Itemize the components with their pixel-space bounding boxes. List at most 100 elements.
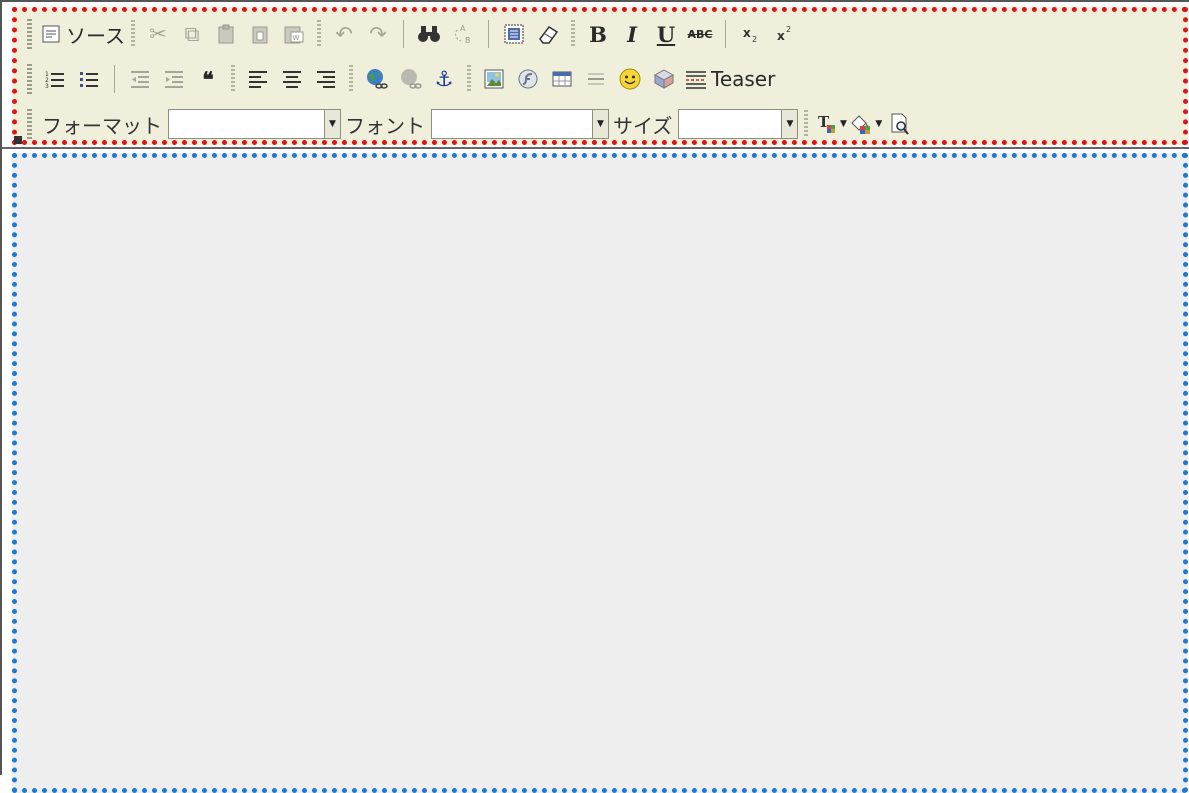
table-button[interactable] [545,63,579,95]
smiley-button[interactable] [613,63,647,95]
numbered-list-icon: 123 [45,71,64,90]
toolbar-separator [725,20,726,48]
chevron-down-icon[interactable]: ▼ [324,110,340,138]
svg-text:2: 2 [786,25,791,34]
blockquote-button[interactable]: ❝ [191,63,225,95]
paste-icon [218,24,234,44]
size-select[interactable]: ▼ [678,109,799,139]
preview-icon [891,113,910,135]
image-icon [484,69,504,89]
indent-button[interactable] [157,63,191,95]
table-icon [552,71,572,87]
teaser-label[interactable]: Teaser [711,67,775,91]
align-left-button[interactable] [241,63,275,95]
align-right-button[interactable] [309,63,343,95]
editing-area[interactable] [12,153,1188,793]
toolbar-separator [317,20,321,48]
image-button[interactable] [477,63,511,95]
background-color-button[interactable]: ▼ [848,108,883,140]
chevron-down-icon[interactable]: ▼ [592,110,608,138]
unlink-button[interactable] [393,63,427,95]
source-label[interactable]: ソース [66,20,125,49]
toolbar-divider [2,147,1189,149]
teaser-button[interactable] [681,63,711,95]
blockquote-icon: ❝ [202,66,214,92]
paste-text-icon [252,26,268,44]
link-button[interactable] [359,63,393,95]
chevron-down-icon[interactable]: ▼ [781,110,798,138]
text-color-icon: T [818,113,835,133]
bold-icon: B [589,21,607,47]
select-all-icon [504,24,524,44]
preview-button[interactable] [883,108,917,140]
replace-icon: AB [455,24,471,45]
toolbar-separator [349,65,353,93]
subscript-icon: x2 [743,26,757,44]
toolbar-grip[interactable] [27,109,32,139]
find-button[interactable] [412,18,446,50]
unlink-icon [401,69,422,89]
editor-toolbar: ソース ✂ ⧉ W ↶ ↷ AB B I U ABC x 2 x 2 1 2 3… [12,7,1188,145]
align-center-icon [283,71,301,88]
outdent-button[interactable] [123,63,157,95]
toolbar-grip[interactable] [27,64,32,94]
italic-button[interactable]: I [615,18,649,50]
font-select[interactable]: ▼ [431,109,609,139]
source-icon [42,25,60,43]
bulleted-list-icon [80,72,98,87]
strikethrough-icon: ABC [687,27,713,41]
align-center-button[interactable] [275,63,309,95]
toolbar-grip[interactable] [27,19,32,49]
cut-button[interactable]: ✂ [141,18,175,50]
svg-text:x: x [743,26,751,40]
special-char-button[interactable] [647,63,681,95]
horizontal-rule-button[interactable] [579,63,613,95]
replace-button[interactable]: AB [446,18,480,50]
size-select-value[interactable] [679,110,781,138]
superscript-icon: x2 [777,25,791,43]
toolbar-separator [231,65,235,93]
svg-text:3: 3 [45,83,49,90]
format-select[interactable]: ▼ [168,109,341,139]
format-select-value[interactable] [169,110,324,138]
toolbar-separator [467,65,471,93]
size-label: サイズ [613,113,673,138]
toolbar-collapse-handle[interactable] [14,136,22,144]
redo-button[interactable]: ↷ [361,18,395,50]
indent-icon [165,71,183,88]
find-icon [418,26,440,42]
strikethrough-button[interactable]: ABC [683,18,717,50]
bold-button[interactable]: B [581,18,615,50]
teaser-icon [686,71,706,89]
remove-format-button[interactable] [531,18,565,50]
select-all-button[interactable] [497,18,531,50]
toolbar-row-1: ソース ✂ ⧉ W ↶ ↷ AB B I U ABC x 2 x 2 [27,14,802,54]
italic-icon: I [627,21,637,47]
superscript-button[interactable]: x2 [768,18,802,50]
toolbar-separator [131,20,135,48]
font-select-value[interactable] [432,110,592,138]
toolbar-separator [804,110,809,138]
toolbar-row-3: フォーマット ▼ フォント ▼ サイズ ▼ T ▼ ▼ [27,104,917,144]
anchor-button[interactable]: ⚓ [427,63,461,95]
source-button[interactable] [38,18,64,50]
special-char-icon [653,69,675,89]
underline-button[interactable]: U [649,18,683,50]
horizontal-rule-icon [588,73,604,85]
format-label: フォーマット [42,113,162,138]
numbered-list-button[interactable]: 123 [38,63,72,95]
anchor-icon: ⚓ [434,67,454,91]
undo-button[interactable]: ↶ [327,18,361,50]
subscript-button[interactable]: x2 [734,18,768,50]
flash-button[interactable] [511,63,545,95]
toolbar-separator [403,20,404,48]
paste-word-button[interactable]: W [277,18,311,50]
paste-button[interactable] [209,18,243,50]
chevron-down-icon: ▼ [875,119,883,129]
bulleted-list-button[interactable] [72,63,106,95]
copy-button[interactable]: ⧉ [175,18,209,50]
svg-text:W: W [293,34,300,42]
svg-text:x: x [777,29,785,43]
text-color-button[interactable]: T ▼ [814,108,848,140]
paste-text-button[interactable] [243,18,277,50]
